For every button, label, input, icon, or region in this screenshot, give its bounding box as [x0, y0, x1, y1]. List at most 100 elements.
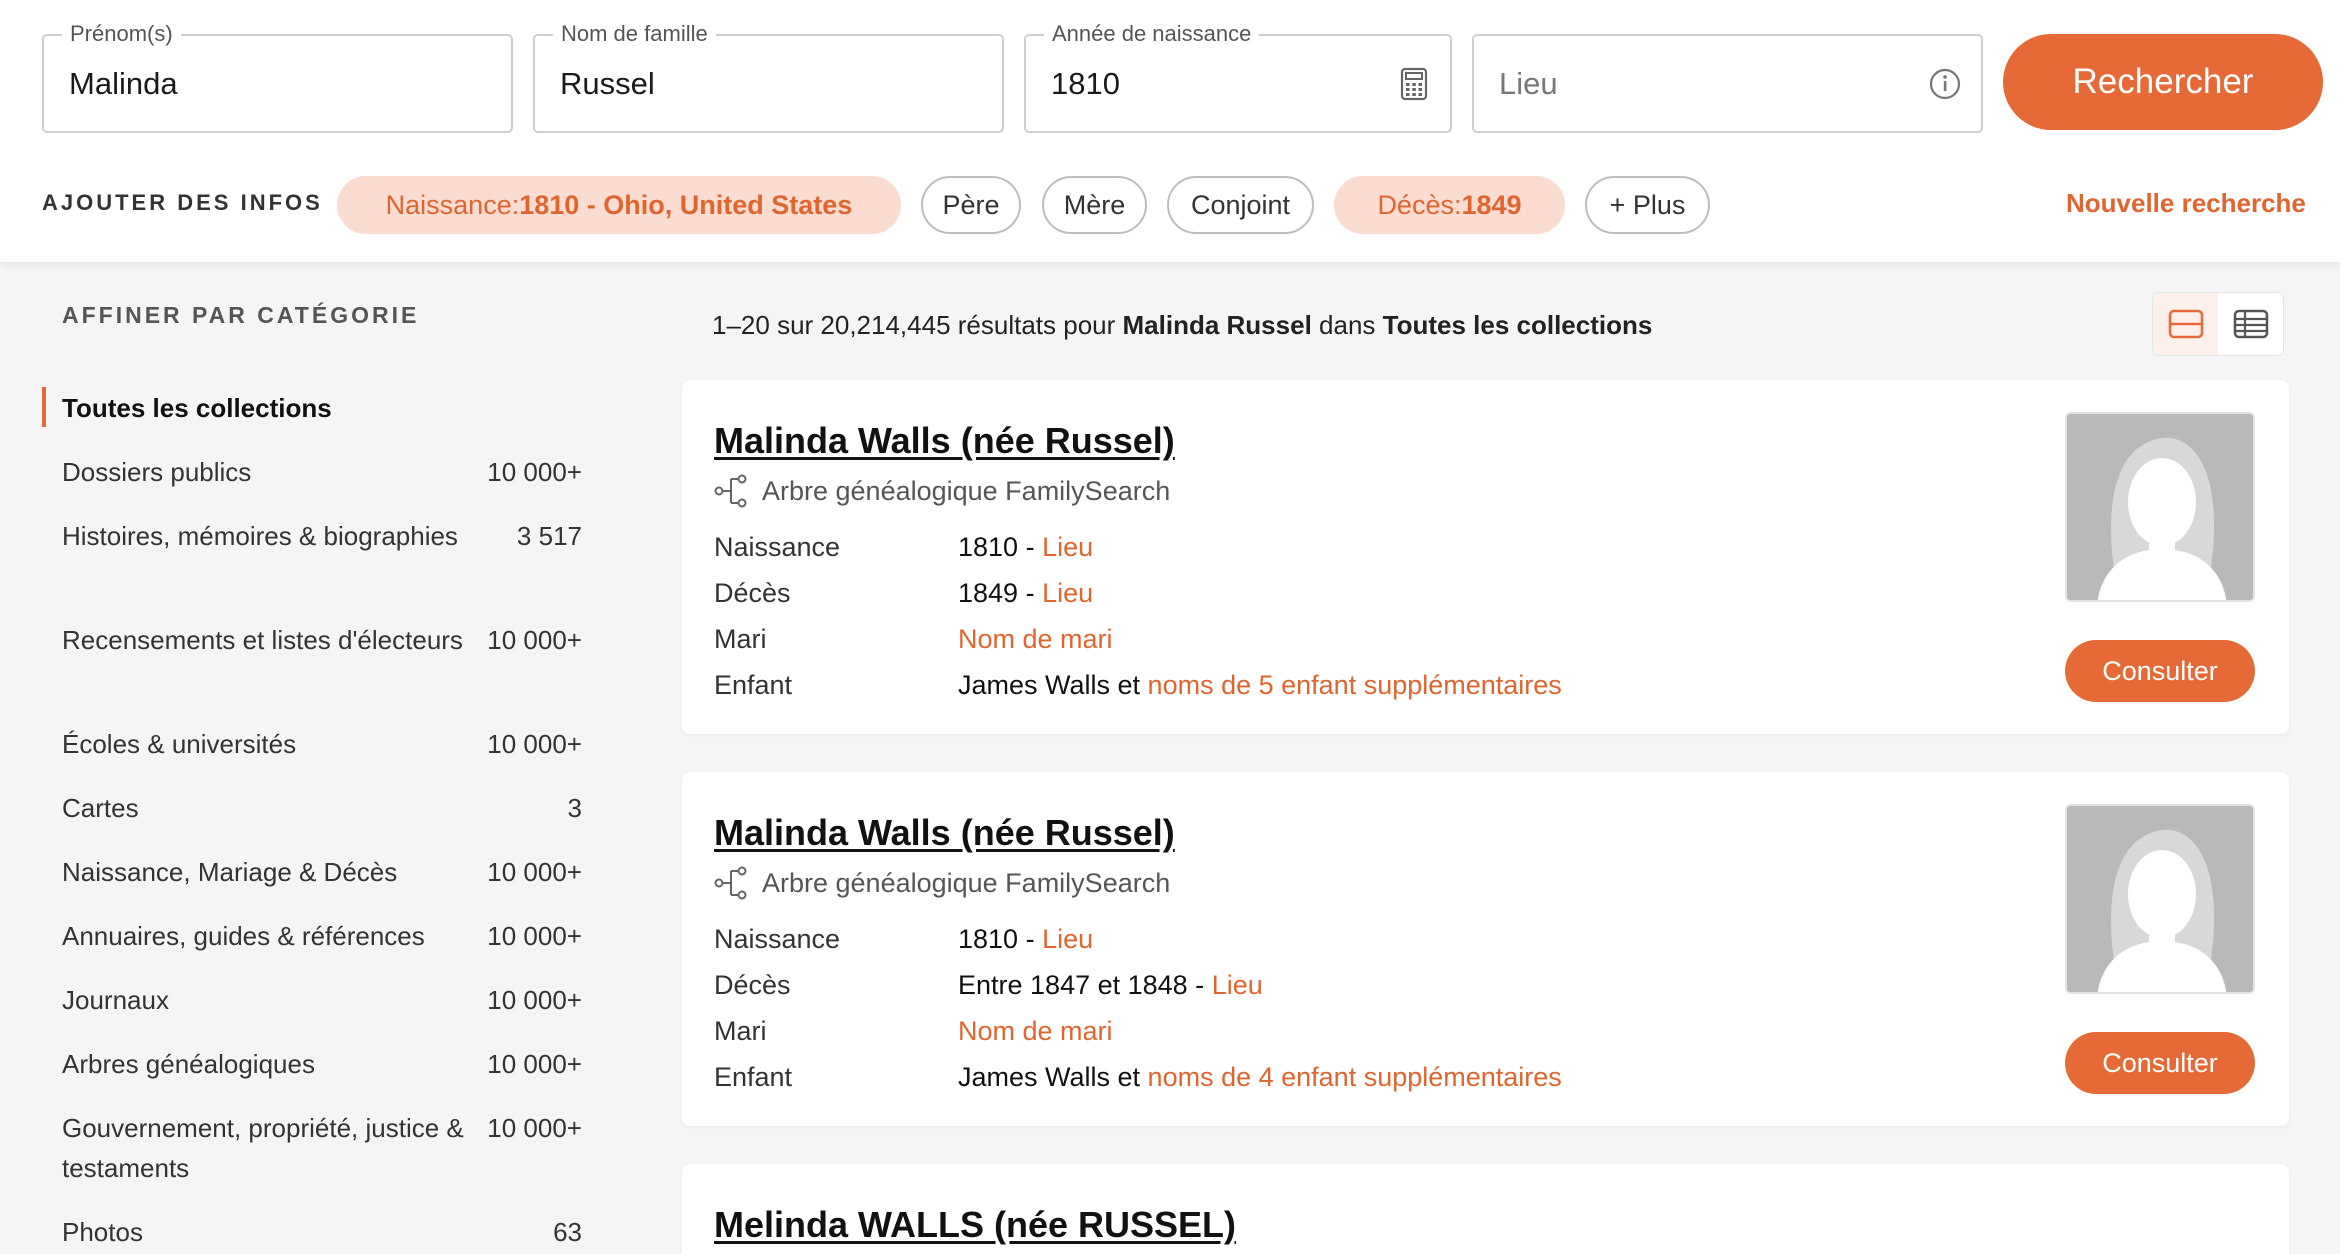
info-icon[interactable]: [1927, 66, 1963, 102]
spouse-value: Nom de mari: [958, 1016, 1113, 1047]
category-name: Naissance, Mariage & Décès: [62, 857, 398, 887]
category-count: 3 517: [516, 521, 582, 551]
summary-collection: Toutes les collections: [1382, 310, 1653, 340]
first-name-field[interactable]: Prénom(s) Malinda: [42, 21, 513, 133]
birth-value: 1810 - Lieu: [958, 924, 1093, 955]
chip-death-value: 1849: [1461, 189, 1522, 220]
add-info-label: AJOUTER DES INFOS: [42, 190, 323, 215]
calculator-icon[interactable]: [1396, 66, 1432, 102]
category-item[interactable]: Photos 63: [62, 1212, 582, 1252]
category-name: Annuaires, guides & références: [62, 921, 425, 951]
chip-death[interactable]: Décès: 1849: [1334, 176, 1565, 234]
female-silhouette-icon: [2067, 806, 2253, 992]
place-field[interactable]: Lieu: [1472, 34, 1983, 133]
death-place-link[interactable]: Lieu: [1042, 578, 1093, 608]
category-name: Recensements et listes d'électeurs: [62, 625, 463, 655]
place-input[interactable]: Lieu: [1499, 36, 1558, 131]
chip-death-prefix: Décès:: [1377, 189, 1462, 220]
consult-button[interactable]: Consulter: [2065, 1032, 2255, 1094]
death-value: 1849 - Lieu: [958, 578, 1093, 609]
category-item[interactable]: Gouvernement, propriété, justice & testa…: [62, 1108, 582, 1188]
child-value: James Walls et noms de 4 enfant suppléme…: [958, 1062, 1562, 1093]
chip-birth-value: 1810 - Ohio, United States: [519, 189, 853, 220]
category-item[interactable]: Annuaires, guides & références 10 000+: [62, 916, 582, 956]
birth-place-link[interactable]: Lieu: [1042, 924, 1093, 954]
birth-date: 1810 -: [958, 924, 1043, 954]
child-name: James Walls et: [958, 1062, 1148, 1092]
death-place-link[interactable]: Lieu: [1212, 970, 1263, 1000]
result-source-text: Arbre généalogique FamilySearch: [762, 475, 1171, 506]
category-count: 10 000+: [487, 921, 582, 951]
death-date: Entre 1847 et 1848 -: [958, 970, 1212, 1000]
result-card: Melinda WALLS (née RUSSEL): [682, 1164, 2289, 1254]
birth-value: 1810 - Lieu: [958, 532, 1093, 563]
category-name: Journaux: [62, 985, 169, 1015]
new-search-link[interactable]: Nouvelle recherche: [2066, 188, 2306, 219]
category-item[interactable]: Écoles & universités 10 000+: [62, 724, 582, 764]
spouse-value: Nom de mari: [958, 624, 1113, 655]
category-name: Photos: [62, 1217, 143, 1247]
spouse-label: Mari: [714, 624, 767, 654]
category-item[interactable]: Arbres généalogiques 10 000+: [62, 1044, 582, 1084]
child-label: Enfant: [714, 1062, 793, 1092]
category-count: 10 000+: [487, 985, 582, 1015]
chip-more[interactable]: + Plus: [1585, 176, 1710, 234]
female-silhouette-icon: [2067, 414, 2253, 600]
search-bar: Prénom(s) Malinda Nom de famille Russel …: [0, 0, 2340, 262]
active-category-indicator: [42, 387, 46, 427]
summary-mid: dans: [1311, 310, 1383, 340]
card-view-button[interactable]: [2153, 293, 2218, 355]
result-card: Malinda Walls (née Russel) Arbre généalo…: [682, 380, 2289, 734]
chip-birth[interactable]: Naissance: 1810 - Ohio, United States: [337, 176, 901, 234]
category-name: Dossiers publics: [62, 457, 252, 487]
family-tree-icon: [714, 866, 747, 900]
spouse-name-link[interactable]: Nom de mari: [958, 1016, 1113, 1046]
category-count: 10 000+: [487, 1049, 582, 1079]
sidebar-title: AFFINER PAR CATÉGORIE: [62, 302, 420, 328]
death-label: Décès: [714, 970, 791, 1000]
category-name: Histoires, mémoires & biographies: [62, 521, 458, 551]
birth-year-value[interactable]: 1810: [1051, 36, 1120, 131]
search-button[interactable]: Rechercher: [2003, 34, 2323, 130]
category-count: 63: [553, 1217, 582, 1247]
death-label: Décès: [714, 578, 791, 608]
chip-mother[interactable]: Mère: [1042, 176, 1147, 234]
category-count: 10 000+: [487, 729, 582, 759]
birth-year-field[interactable]: Année de naissance 1810: [1024, 21, 1452, 133]
last-name-value[interactable]: Russel: [560, 36, 655, 131]
category-item[interactable]: Journaux 10 000+: [62, 980, 582, 1020]
category-item[interactable]: Naissance, Mariage & Décès 10 000+: [62, 852, 582, 892]
table-view-button[interactable]: [2218, 293, 2283, 355]
avatar-placeholder: [2065, 804, 2255, 994]
consult-button[interactable]: Consulter: [2065, 640, 2255, 702]
last-name-field[interactable]: Nom de famille Russel: [533, 21, 1004, 133]
first-name-value[interactable]: Malinda: [69, 36, 178, 131]
avatar-placeholder: [2065, 412, 2255, 602]
category-count: 10 000+: [487, 625, 582, 655]
result-name-link[interactable]: Melinda WALLS (née RUSSEL): [714, 1204, 1236, 1246]
results-summary: 1–20 sur 20,214,445 résultats pour Malin…: [712, 310, 1652, 341]
view-toggle: [2152, 292, 2284, 356]
result-name-link[interactable]: Malinda Walls (née Russel): [714, 812, 1175, 854]
table-view-icon: [2233, 309, 2268, 339]
child-label: Enfant: [714, 670, 793, 700]
category-item[interactable]: Dossiers publics 10 000+: [62, 452, 582, 492]
category-count: 3: [567, 793, 582, 823]
category-item[interactable]: Histoires, mémoires & biographies 3 517: [62, 516, 582, 556]
summary-prefix: 1–20 sur 20,214,445 résultats pour: [712, 310, 1123, 340]
category-item[interactable]: Cartes 3: [62, 788, 582, 828]
category-all-collections[interactable]: Toutes les collections: [62, 393, 332, 424]
birth-label: Naissance: [714, 924, 841, 954]
spouse-name-link[interactable]: Nom de mari: [958, 624, 1113, 654]
family-tree-icon: [714, 474, 747, 508]
chip-spouse[interactable]: Conjoint: [1167, 176, 1314, 234]
category-name: Cartes: [62, 793, 139, 823]
birth-place-link[interactable]: Lieu: [1042, 532, 1093, 562]
category-item[interactable]: Recensements et listes d'électeurs 10 00…: [62, 620, 582, 660]
category-count: 10 000+: [487, 1113, 582, 1143]
more-children-link[interactable]: noms de 5 enfant supplémentaires: [1148, 670, 1562, 700]
more-children-link[interactable]: noms de 4 enfant supplémentaires: [1148, 1062, 1562, 1092]
birth-label: Naissance: [714, 532, 841, 562]
result-name-link[interactable]: Malinda Walls (née Russel): [714, 420, 1175, 462]
chip-father[interactable]: Père: [921, 176, 1021, 234]
